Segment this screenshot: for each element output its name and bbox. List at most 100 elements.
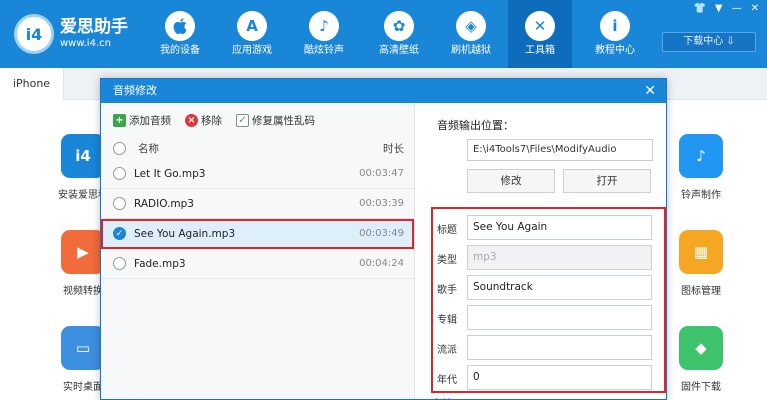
file-name: RADIO.mp3 — [134, 197, 194, 210]
output-location-label: 音频输出位置： — [437, 119, 514, 132]
nav-flash-jailbreak[interactable]: ◈ 刷机越狱 — [439, 0, 503, 68]
column-name: 名称 — [138, 142, 159, 155]
nav-label: 教程中心 — [595, 45, 635, 56]
apple-icon — [165, 11, 195, 41]
comment-label: 备注 — [433, 395, 453, 399]
nav-my-device[interactable]: 我的设备 — [148, 0, 212, 68]
repair-icon: ✓ — [236, 113, 249, 127]
nav-tutorials[interactable]: i 教程中心 — [583, 0, 647, 68]
nav-label: 工具箱 — [525, 45, 555, 56]
app-store-icon: A — [237, 11, 267, 41]
bell-icon: ♪ — [679, 134, 723, 178]
meta-label: 标题 — [437, 225, 457, 236]
audio-list-pane: + 添加音频 × 移除 ✓ 修复属性乱码 名称 时长 Let It Go.mp3… — [101, 103, 415, 399]
nav-apps-games[interactable]: A 应用游戏 — [220, 0, 284, 68]
nav-wallpapers[interactable]: ✿ 高清壁纸 — [367, 0, 431, 68]
bell-icon: ♪ — [309, 11, 339, 41]
cube-icon: ◆ — [679, 326, 723, 370]
list-item[interactable]: RADIO.mp3 00:03:39 — [101, 189, 414, 219]
app-url: www.i4.cn — [60, 38, 111, 49]
flower-icon: ✿ — [384, 11, 414, 41]
app-logo[interactable]: i4 爱思助手 www.i4.cn — [14, 14, 128, 54]
radio-button[interactable] — [113, 197, 126, 210]
tool-ringtone-maker[interactable]: ♪ 铃声制作 — [656, 134, 746, 201]
meta-year-row: 年代 0 — [433, 365, 664, 391]
nav-ringtones[interactable]: ♪ 酷炫铃声 — [292, 0, 356, 68]
artist-field[interactable]: Soundtrack — [467, 275, 652, 300]
dialog-toolbar: + 添加音频 × 移除 ✓ 修复属性乱码 — [101, 103, 414, 137]
add-audio-button[interactable]: + 添加音频 — [113, 113, 171, 128]
monitor-icon: ▭ — [61, 326, 105, 370]
nav-label: 酷炫铃声 — [304, 45, 344, 56]
list-header: 名称 时长 — [101, 137, 414, 159]
meta-label: 专辑 — [437, 315, 457, 326]
output-path-field[interactable]: E:\i4Tools7\Files\ModifyAudio — [467, 139, 653, 161]
file-name: Let It Go.mp3 — [134, 167, 206, 180]
year-field[interactable]: 0 — [467, 365, 652, 390]
column-duration: 时长 — [383, 142, 404, 155]
meta-type-row: 类型 mp3 — [433, 245, 664, 271]
logo-icon: i4 — [14, 14, 54, 54]
dialog-header: 音频修改 ✕ — [101, 79, 666, 103]
tool-icon-manager[interactable]: ▦ 图标管理 — [656, 230, 746, 297]
checked-radio-icon[interactable]: ✓ — [113, 227, 126, 240]
skin-icon[interactable]: 👕 — [693, 3, 705, 14]
nav-label: 我的设备 — [160, 45, 200, 56]
logo-text: 爱思助手 www.i4.cn — [60, 17, 128, 51]
meta-album-row: 专辑 — [433, 305, 664, 331]
tool-label: 铃声制作 — [681, 190, 721, 201]
menu-icon[interactable]: ▼ — [715, 3, 723, 14]
album-field[interactable] — [467, 305, 652, 330]
genre-field[interactable] — [467, 335, 652, 360]
repair-label: 修复属性乱码 — [252, 114, 315, 127]
close-icon[interactable]: ✕ — [644, 79, 656, 103]
close-icon[interactable]: ✕ — [751, 3, 759, 14]
add-file-icon: + — [113, 113, 126, 127]
play-icon: ▶ — [61, 230, 105, 274]
radio-button[interactable] — [113, 257, 126, 270]
nav-toolbox[interactable]: ✕ 工具箱 — [508, 0, 572, 68]
meta-artist-row: 歌手 Soundtrack — [433, 275, 664, 301]
remove-label: 移除 — [201, 114, 222, 127]
audio-edit-dialog: 音频修改 ✕ + 添加音频 × 移除 ✓ 修复属性乱码 名称 时长 Let It — [100, 78, 667, 400]
window-controls: 👕 ▼ — ✕ — [693, 3, 759, 14]
file-duration: 00:03:47 — [359, 168, 404, 179]
top-bar: i4 爱思助手 www.i4.cn 我的设备 A 应用游戏 ♪ 酷炫铃声 ✿ 高… — [0, 0, 767, 68]
download-center-button[interactable]: 下载中心 ⇩ — [662, 32, 756, 52]
title-field[interactable]: See You Again — [467, 215, 652, 240]
metadata-fields-highlight: 标题 See You Again 类型 mp3 歌手 Soundtrack 专辑… — [431, 207, 666, 393]
repair-tags-button[interactable]: ✓ 修复属性乱码 — [236, 113, 315, 128]
device-tab[interactable]: iPhone — [0, 68, 64, 100]
modify-button[interactable]: 修改 — [467, 169, 555, 193]
nav-label: 应用游戏 — [232, 45, 272, 56]
nav-label: 刷机越狱 — [451, 45, 491, 56]
remove-button[interactable]: × 移除 — [185, 113, 222, 128]
meta-label: 年代 — [437, 375, 457, 386]
remove-icon: × — [185, 113, 198, 127]
i4-icon: i4 — [61, 134, 105, 178]
tool-label: 固件下载 — [681, 382, 721, 393]
list-item[interactable]: Fade.mp3 00:04:24 — [101, 249, 414, 279]
file-duration: 00:03:39 — [359, 198, 404, 209]
minimize-icon[interactable]: — — [732, 3, 742, 14]
meta-title-row: 标题 See You Again — [433, 215, 664, 241]
tool-label: 图标管理 — [681, 286, 721, 297]
nav-label: 高清壁纸 — [379, 45, 419, 56]
meta-label: 流派 — [437, 345, 457, 356]
tool-firmware-download[interactable]: ◆ 固件下载 — [656, 326, 746, 393]
meta-genre-row: 流派 — [433, 335, 664, 361]
file-duration: 00:04:24 — [359, 258, 404, 269]
info-icon: i — [600, 11, 630, 41]
file-name: Fade.mp3 — [134, 257, 186, 270]
meta-label: 歌手 — [437, 285, 457, 296]
radio-button[interactable] — [113, 167, 126, 180]
file-name: See You Again.mp3 — [134, 227, 236, 240]
list-item-selected[interactable]: ✓ See You Again.mp3 00:03:49 — [101, 219, 414, 249]
add-audio-label: 添加音频 — [129, 114, 171, 127]
list-item[interactable]: Let It Go.mp3 00:03:47 — [101, 159, 414, 189]
metadata-pane: 音频输出位置： E:\i4Tools7\Files\ModifyAudio 修改… — [423, 103, 666, 399]
select-all-radio[interactable] — [113, 141, 126, 155]
open-button[interactable]: 打开 — [563, 169, 651, 193]
box-icon: ◈ — [456, 11, 486, 41]
dialog-title: 音频修改 — [113, 84, 157, 97]
